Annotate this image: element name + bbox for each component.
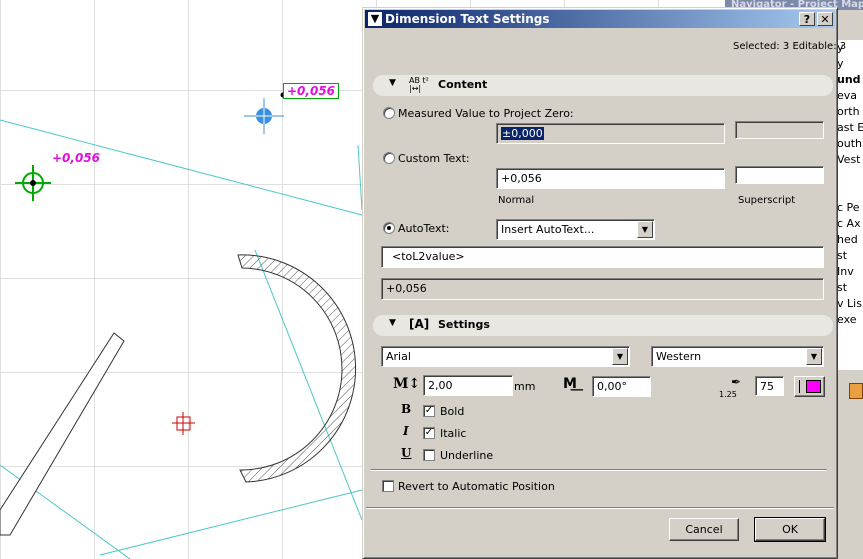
dialog-title: Dimension Text Settings [385,12,550,26]
list-item[interactable]: Vest [836,152,863,168]
cancel-button[interactable]: Cancel [669,518,739,541]
list-item[interactable]: Inv [836,264,863,280]
text-angle-input[interactable]: 0,00° [592,376,651,397]
settings-section-title: Settings [438,318,490,331]
list-item[interactable]: y [836,56,863,72]
italic-icon: I [403,424,409,438]
size-unit: mm [514,380,536,393]
reference-line [0,119,363,216]
content-format-icon: AB t² |↔| [409,76,429,93]
script-dropdown[interactable]: Western ▼ [651,346,824,367]
list-item[interactable]: outh [836,136,863,152]
divider [366,507,834,509]
content-section-header[interactable]: ▼ AB t² |↔| Content [373,75,833,96]
green-target-marker [15,165,51,201]
text-settings-icon: [A] [409,317,430,331]
measured-superscript-field [735,121,824,139]
red-target-marker [172,412,195,435]
collapse-triangle-icon: ▼ [389,318,396,328]
revert-position-checkbox[interactable] [382,480,394,492]
insert-autotext-dropdown[interactable]: Insert AutoText... ▼ [496,219,655,240]
list-item[interactable]: orth [836,104,863,120]
autotext-radio[interactable] [383,222,395,234]
revert-position-label: Revert to Automatic Position [398,480,555,493]
pen-color-swatch [806,380,821,393]
bold-label: Bold [440,405,465,418]
list-item[interactable] [836,168,863,184]
measured-value-radio[interactable] [383,107,395,119]
underline-icon: U [401,446,412,460]
pen-weight-caption: 1.25 [719,390,737,399]
list-item[interactable]: c Pe [836,200,863,216]
divider [371,469,827,471]
custom-superscript-input[interactable] [735,166,824,184]
dimension-label-selected[interactable]: +0,056 [283,83,340,99]
navigator-list: y y und eva orth ast E outh Vest c Pe c … [835,40,863,370]
bold-checkbox[interactable]: ✓ [423,405,435,417]
text-angle-icon: M͟ [563,376,577,392]
chevron-down-icon: ▼ [612,348,628,365]
curved-wall [237,254,357,483]
underline-label: Underline [440,449,494,462]
list-item[interactable]: st [836,248,863,264]
ok-button[interactable]: OK [754,517,826,542]
help-button[interactable]: ? [799,12,815,26]
pen-icon: ✒ [731,375,742,389]
measured-value-label: Measured Value to Project Zero: [398,107,574,120]
close-button[interactable]: ✕ [817,12,833,26]
underline-checkbox[interactable] [423,449,435,461]
selection-info: Selected: 3 Editable: 3 [733,41,847,52]
autotext-label: AutoText: [398,222,450,235]
italic-label: Italic [440,427,467,440]
autotext-field[interactable]: <toL2value> [381,246,824,268]
text-size-icon: M↕ [393,376,421,392]
custom-normal-input[interactable]: +0,056 [496,168,725,189]
measured-value-field: ±0,000 [496,123,725,144]
content-section-title: Content [438,78,488,91]
normal-caption: Normal [498,195,535,206]
bold-icon: B [401,402,412,416]
custom-text-radio[interactable] [383,152,395,164]
list-item[interactable]: v Lis [836,296,863,312]
toolbar-icon[interactable] [849,383,863,399]
list-item[interactable]: c Ax [836,216,863,232]
italic-checkbox[interactable]: ✓ [423,427,435,439]
preview-field: +0,056 [381,278,824,300]
custom-text-label: Custom Text: [398,152,470,165]
list-item[interactable]: hed [836,232,863,248]
dimension-label-left[interactable]: +0,056 [52,151,100,165]
settings-section-header[interactable]: ▼ [A] Settings [373,315,833,336]
pen-number-input[interactable]: 75 [755,376,784,396]
font-dropdown[interactable]: Arial ▼ [381,346,630,367]
blue-target-marker [244,98,284,134]
chevron-down-icon: ▼ [806,348,822,365]
collapse-triangle-icon: ▼ [389,78,396,88]
reference-line [99,489,363,556]
superscript-caption: Superscript [738,195,796,206]
list-item[interactable]: st [836,280,863,296]
dialog-titlebar[interactable]: ▼ Dimension Text Settings ? ✕ [365,10,835,28]
list-item[interactable]: und [836,72,863,88]
list-item[interactable] [836,184,863,200]
pen-color-button[interactable] [794,376,825,397]
text-size-input[interactable]: 2,00 [423,375,513,396]
list-item[interactable]: eva [836,88,863,104]
archicad-icon: ▼ [368,12,382,26]
list-item[interactable]: exe [836,312,863,328]
chevron-down-icon: ▼ [637,221,653,238]
diagonal-wall [0,332,125,536]
list-item[interactable]: ast E [836,120,863,136]
